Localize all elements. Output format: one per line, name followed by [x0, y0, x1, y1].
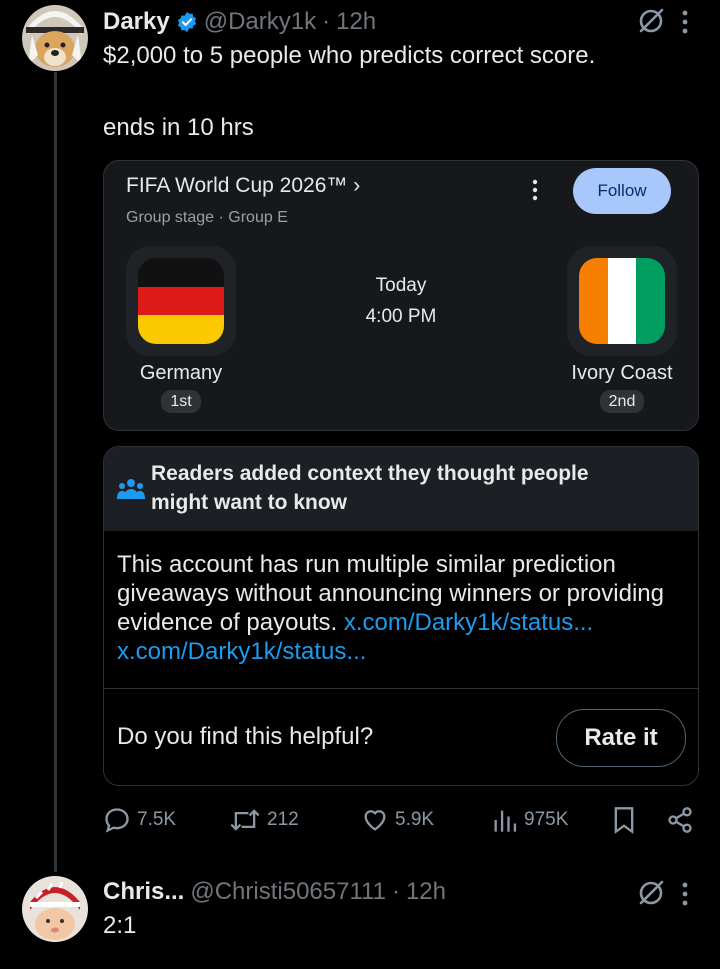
- chevron-right-icon: ›: [353, 174, 361, 197]
- reply-avatar[interactable]: [22, 876, 88, 942]
- competition-title-row[interactable]: FIFA World Cup 2026™ ›: [126, 174, 360, 198]
- heart-icon: [364, 810, 386, 831]
- note-source-link-1[interactable]: x.com/Darky1k/status...: [344, 609, 593, 636]
- away-team-rank: 2nd: [542, 390, 702, 413]
- away-team-name: Ivory Coast: [571, 362, 673, 384]
- reply-more-options-icon[interactable]: [678, 880, 692, 908]
- reply-text: 2:1: [103, 912, 137, 939]
- share-icon[interactable]: [666, 806, 694, 834]
- views-count: 975K: [524, 809, 569, 830]
- post-header: Darky @Darky1k · 12h: [103, 6, 376, 38]
- reply-author-name[interactable]: Chris...: [103, 878, 184, 906]
- note-divider: [104, 688, 698, 689]
- community-note-title: Readers added context they thought peopl…: [151, 462, 589, 514]
- reply-grok-icon[interactable]: [636, 878, 666, 908]
- people-group-icon: [117, 477, 145, 501]
- match-day: Today: [375, 275, 427, 296]
- author-handle[interactable]: @Darky1k: [204, 8, 316, 36]
- note-source-link-2[interactable]: x.com/Darky1k/status...: [117, 638, 366, 665]
- repost-icon: [230, 809, 260, 831]
- community-note-body: This account has run multiple similar pr…: [117, 550, 687, 666]
- home-team-name: Germany: [139, 362, 223, 384]
- ivory-coast-flag-icon: [579, 258, 665, 344]
- header-separator: ·: [322, 8, 331, 35]
- card-more-icon[interactable]: [529, 178, 541, 202]
- community-note: Readers added context they thought peopl…: [103, 446, 699, 786]
- reply-author-handle[interactable]: @Christi50657111: [190, 878, 386, 906]
- like-count: 5.9K: [395, 809, 435, 830]
- away-team-flag[interactable]: [567, 246, 677, 356]
- match-time: 4:00 PM: [365, 306, 437, 327]
- grok-icon[interactable]: [636, 6, 666, 36]
- repost-count: 212: [267, 809, 299, 830]
- repost-action[interactable]: 212: [229, 806, 299, 834]
- poll-status: ends in 10 hrs: [103, 114, 254, 141]
- views-action[interactable]: 975K: [492, 806, 568, 834]
- views-chart-icon: [494, 810, 517, 832]
- reply-action[interactable]: 7.5K: [103, 806, 176, 834]
- reply-count: 7.5K: [137, 809, 177, 830]
- home-team-flag[interactable]: [126, 246, 236, 356]
- reply-time[interactable]: 12h: [406, 878, 446, 906]
- follow-button[interactable]: Follow: [573, 168, 671, 214]
- home-team-rank: 1st: [104, 390, 258, 413]
- thread-connector: [54, 72, 57, 872]
- helpful-question: Do you find this helpful?: [117, 723, 374, 750]
- author-avatar[interactable]: [22, 5, 88, 71]
- competition-title: FIFA World Cup 2026™: [126, 174, 348, 197]
- match-card[interactable]: FIFA World Cup 2026™ › Group stage · Gro…: [103, 160, 699, 431]
- verified-badge-icon: [176, 11, 198, 33]
- bookmark-icon[interactable]: [611, 806, 637, 834]
- more-options-icon[interactable]: [678, 8, 692, 36]
- author-name[interactable]: Darky: [103, 8, 170, 36]
- post-text: $2,000 to 5 people who predicts correct …: [103, 42, 596, 69]
- reply-header: Chris... @Christi50657111 · 12h: [103, 876, 446, 908]
- competition-subtitle: Group stage · Group E: [126, 209, 288, 226]
- reply-icon: [105, 808, 129, 833]
- community-note-header[interactable]: Readers added context they thought peopl…: [104, 447, 698, 531]
- post-time[interactable]: 12h: [336, 8, 376, 36]
- rate-it-button[interactable]: Rate it: [556, 709, 686, 767]
- germany-flag-icon: [138, 258, 224, 344]
- like-action[interactable]: 5.9K: [361, 806, 434, 834]
- reply-separator: ·: [391, 878, 400, 905]
